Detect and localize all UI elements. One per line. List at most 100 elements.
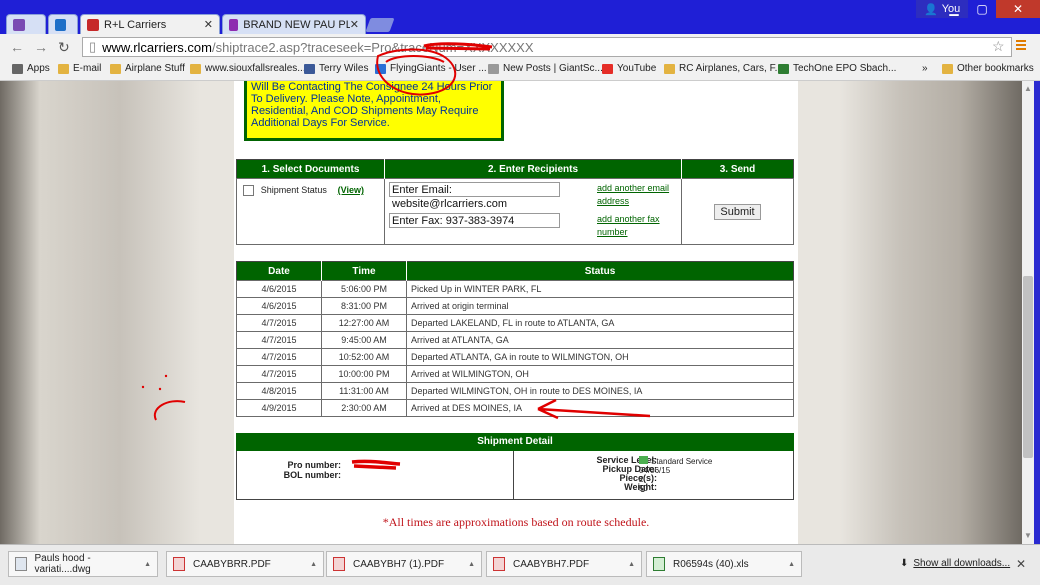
table-row: 4/6/2015 5:06:00 PM Picked Up in WINTER PA…: [236, 280, 794, 298]
cell-time: 2:30:00 AM: [321, 399, 407, 417]
table-row: 4/7/2015 10:52:00 AM Departed ATLANTA, GA …: [236, 348, 794, 366]
submit-button[interactable]: Submit: [714, 203, 761, 220]
rl-carriers-favicon-icon: [87, 18, 99, 31]
show-all-downloads[interactable]: ⬇ Show all downloads...: [900, 558, 1010, 569]
scroll-down-icon[interactable]: ▼: [1024, 531, 1032, 540]
browser-toolbar: ← → ↻ ▯ www.rlcarriers.com /shiptrace2.a…: [0, 34, 1040, 60]
chevron-down-icon[interactable]: ▲: [144, 561, 151, 568]
cell-date: 4/9/2015: [236, 399, 322, 417]
download-label: CAABYBH7.PDF: [513, 558, 590, 570]
bookmark-label: »: [922, 63, 928, 74]
column-header-time: Time: [321, 261, 407, 281]
cell-status: Arrived at ATLANTA, GA: [406, 331, 794, 349]
reload-icon[interactable]: ↻: [58, 39, 70, 56]
shipment-status-checkbox[interactable]: [243, 185, 254, 196]
bookmark-label: www.siouxfallsreales...: [205, 63, 306, 74]
vertical-scrollbar[interactable]: ▲ ▼: [1022, 81, 1034, 544]
dwg-file-icon: [15, 557, 27, 571]
shipment-detail-title: Shipment Detail: [236, 433, 794, 451]
techone-icon: [778, 63, 789, 74]
tab-label: R+L Carriers: [104, 18, 167, 31]
select-documents-cell: Shipment Status (View): [236, 178, 385, 245]
user-icon: 👤: [924, 3, 938, 16]
add-fax-link[interactable]: add another fax number: [597, 213, 673, 239]
cell-time: 5:06:00 PM: [321, 280, 407, 298]
scrollbar-thumb[interactable]: [1023, 276, 1033, 458]
notice-text: Appointment. A Customer Service Represen…: [247, 81, 501, 138]
giantscale-icon: [488, 63, 499, 74]
table-row: 4/8/2015 11:31:00 AM Departed WILMINGTON, …: [236, 382, 794, 400]
excel-file-icon: [653, 557, 665, 571]
back-arrow-icon[interactable]: ←: [10, 39, 24, 55]
minimize-icon[interactable]: ▁: [940, 0, 968, 18]
cell-time: 11:31:00 AM: [321, 382, 407, 400]
table-row: 4/9/2015 2:30:00 AM Arrived at DES MOINES,…: [236, 399, 794, 417]
cell-status: Departed WILMINGTON, OH in route to DES …: [406, 382, 794, 400]
table-row: 4/7/2015 10:00:00 PM Arrived at WILMINGTON…: [236, 365, 794, 383]
chevron-down-icon[interactable]: ▲: [628, 561, 635, 568]
close-tab-icon[interactable]: ✕: [350, 18, 359, 31]
window-close-icon[interactable]: ✕: [996, 0, 1040, 18]
send-documents-table: 1. Select Documents 2. Enter Recipients …: [236, 159, 794, 245]
bookmark-airplane-stuff[interactable]: Airplane Stuff: [110, 63, 185, 74]
download-label: CAABYBH7 (1).PDF: [353, 558, 445, 570]
new-tab-button[interactable]: [365, 18, 395, 32]
tab-pau-planes[interactable]: BRAND NEW PAU PLANES ✕: [222, 14, 366, 34]
download-item[interactable]: Pauls hood - variati....dwg ▲: [8, 551, 158, 577]
download-bar: Pauls hood - variati....dwg ▲ CAABYBRR.PD…: [0, 544, 1040, 585]
url-host: www.rlcarriers.com: [102, 39, 212, 55]
download-item[interactable]: CAABYBRR.PDF ▲: [166, 551, 324, 577]
bookmark-youtube[interactable]: YouTube: [602, 63, 656, 74]
bookmark-label: Terry Wiles: [319, 63, 369, 74]
chevron-down-icon[interactable]: ▲: [310, 561, 317, 568]
bookmark-techone[interactable]: TechOne EPO Sbach...: [778, 63, 896, 74]
bookmark-star-icon[interactable]: ☆: [992, 38, 1005, 55]
bookmark-giantscale[interactable]: New Posts | GiantSc...: [488, 63, 603, 74]
tab-rl-carriers[interactable]: R+L Carriers ✕: [80, 14, 220, 34]
more-bookmarks-button[interactable]: »: [922, 63, 928, 74]
bookmark-email[interactable]: E-mail: [58, 63, 101, 74]
fax-field[interactable]: Enter Fax: 937-383-3974: [389, 213, 560, 228]
download-item[interactable]: CAABYBH7 (1).PDF ▲: [326, 551, 482, 577]
bookmark-other[interactable]: Other bookmarks: [942, 63, 1034, 74]
detail-divider: [513, 451, 514, 499]
cell-time: 10:52:00 AM: [321, 348, 407, 366]
bookmark-rc-airplanes[interactable]: RC Airplanes, Cars, F...: [664, 63, 783, 74]
close-tab-icon[interactable]: ✕: [204, 18, 213, 31]
download-label: CAABYBRR.PDF: [193, 558, 271, 570]
cell-date: 4/6/2015: [236, 280, 322, 298]
table-row: 4/6/2015 8:31:00 PM Arrived at origin term…: [236, 297, 794, 315]
pickup-date-value: 04/06/15: [639, 466, 671, 475]
chevron-down-icon[interactable]: ▲: [468, 561, 475, 568]
pdf-file-icon: [333, 557, 345, 571]
cell-status: Arrived at DES MOINES, IA: [406, 399, 794, 417]
bookmark-label: YouTube: [617, 63, 657, 74]
pinned-tab-outlook[interactable]: [48, 14, 78, 34]
forward-arrow-icon[interactable]: →: [34, 39, 48, 55]
pinned-tab-mail[interactable]: [6, 14, 46, 34]
scroll-up-icon[interactable]: ▲: [1024, 84, 1032, 93]
email-field[interactable]: Enter Email: website@rlcarriers.com: [389, 182, 560, 210]
folder-icon: [58, 63, 69, 74]
add-email-link[interactable]: add another email address: [597, 182, 673, 208]
cell-date: 4/7/2015: [236, 348, 322, 366]
close-download-bar-icon[interactable]: ✕: [1016, 557, 1026, 571]
view-link[interactable]: (View): [338, 185, 364, 195]
shipment-detail: Shipment Detail Pro number: BOL number: …: [236, 433, 794, 500]
bookmark-label: E-mail: [73, 63, 102, 74]
address-bar[interactable]: ▯ www.rlcarriers.com /shiptrace2.asp?tra…: [82, 37, 1012, 57]
bookmark-flyinggiants[interactable]: FlyingGiants - User ...: [375, 63, 487, 74]
download-item[interactable]: CAABYBH7.PDF ▲: [486, 551, 642, 577]
bookmark-terry-wiles[interactable]: Terry Wiles: [304, 63, 368, 74]
chevron-down-icon[interactable]: ▲: [788, 561, 795, 568]
truck-icon: [639, 456, 648, 464]
menu-icon[interactable]: [1016, 40, 1026, 52]
bookmark-label: New Posts | GiantSc...: [503, 63, 603, 74]
page-content: Appointment. A Customer Service Represen…: [234, 81, 798, 544]
download-item[interactable]: R06594s (40).xls ▲: [646, 551, 802, 577]
column-header-status: Status: [406, 261, 794, 281]
bookmark-siouxfalls[interactable]: www.siouxfallsreales...: [190, 63, 306, 74]
shipment-status-table: Date Time Status 4/6/2015 5:06:00 PM Picke…: [236, 261, 794, 417]
bookmark-apps[interactable]: Apps: [12, 63, 50, 74]
maximize-icon[interactable]: ▢: [968, 0, 996, 18]
